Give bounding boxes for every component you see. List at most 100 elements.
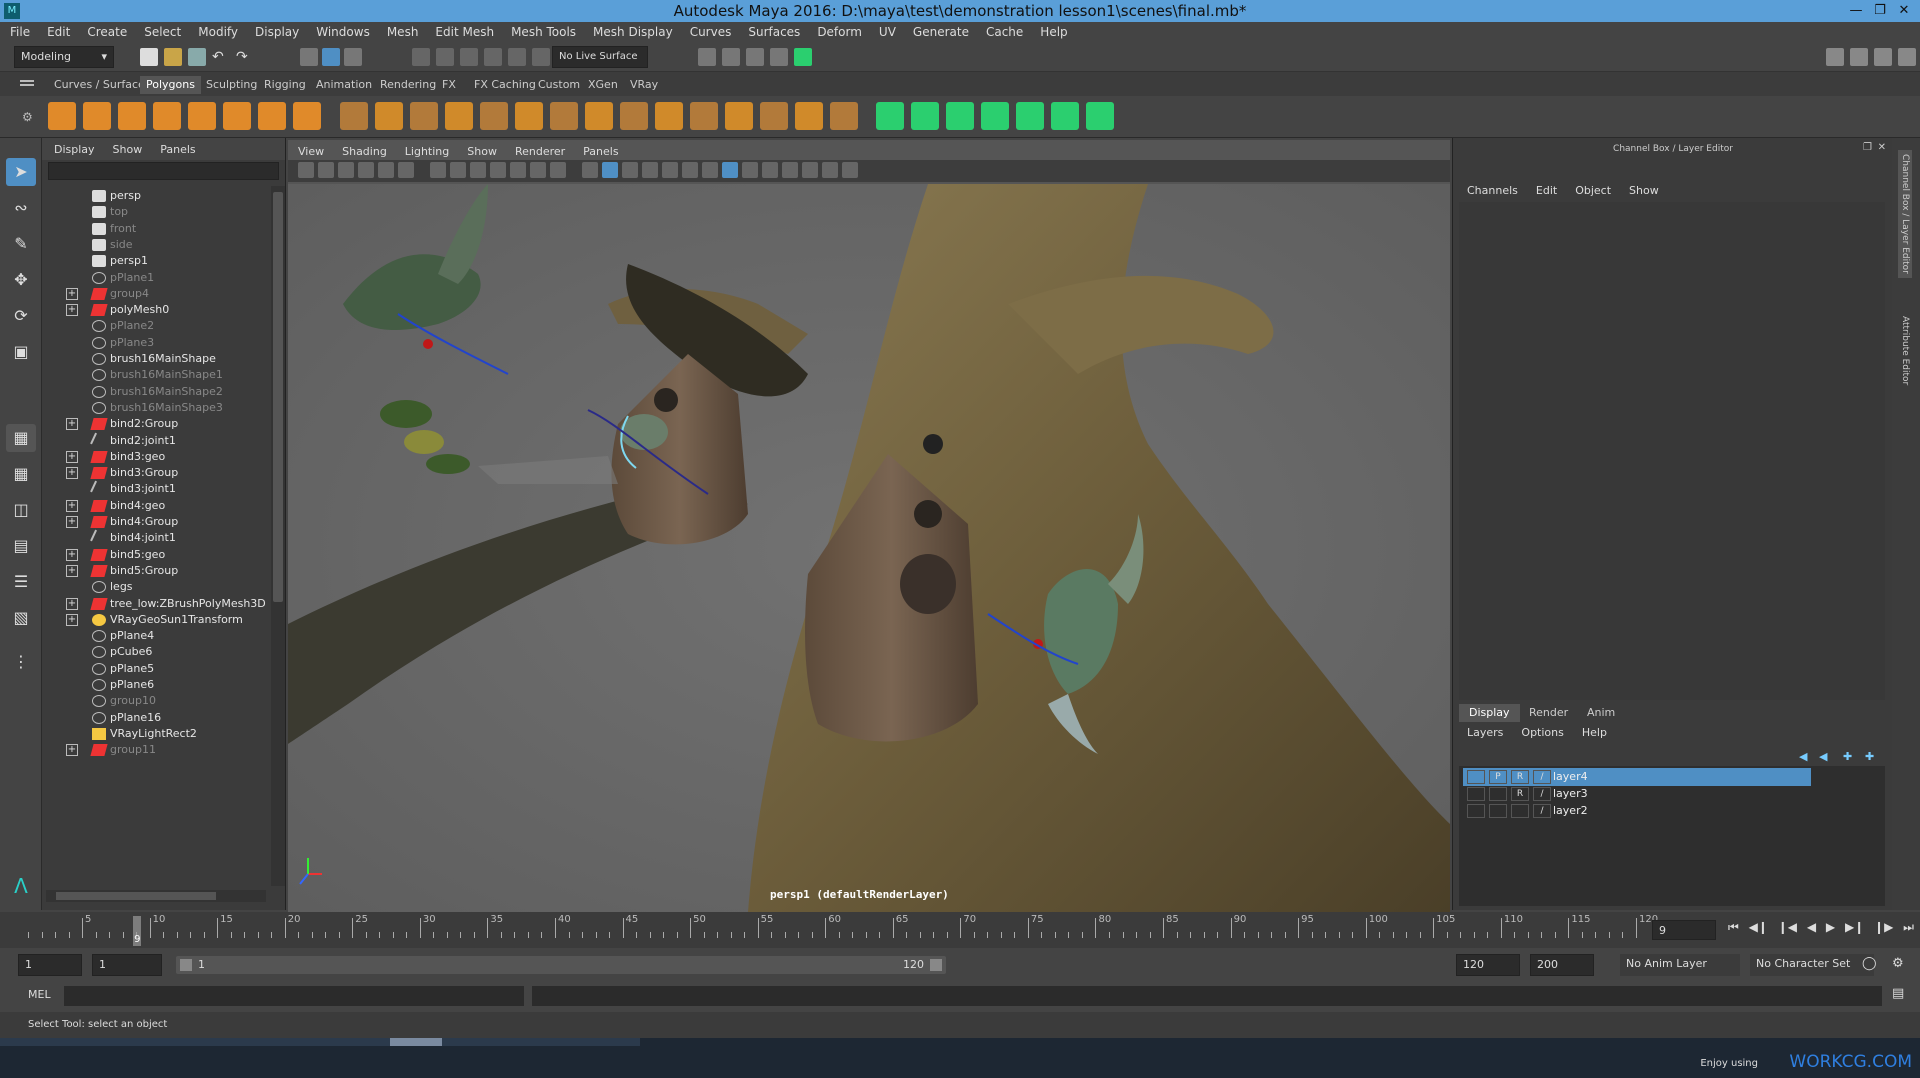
close-icon[interactable]: ✕	[1892, 0, 1916, 22]
taskbar-app-maya[interactable]	[390, 1038, 442, 1046]
expand-icon[interactable]: +	[66, 597, 78, 610]
layer-color-swatch[interactable]: /	[1533, 787, 1551, 801]
append-icon[interactable]	[585, 102, 613, 130]
bridge-icon[interactable]	[550, 102, 578, 130]
menu-cache[interactable]: Cache	[986, 25, 1023, 39]
outliner-scroll-thumb[interactable]	[273, 192, 283, 602]
outliner-menu-panels[interactable]: Panels	[160, 143, 195, 156]
save-scene-icon[interactable]	[188, 48, 206, 66]
bookmark-icon[interactable]	[338, 162, 354, 178]
maya-app-icon[interactable]: M	[4, 3, 20, 19]
expand-icon[interactable]: +	[66, 287, 78, 300]
depth-of-field-icon[interactable]	[762, 162, 778, 178]
poly-sphere-icon[interactable]	[48, 102, 76, 130]
reference-toggle[interactable]	[1511, 804, 1529, 818]
viewport-menu-show[interactable]: Show	[467, 145, 497, 158]
fill-hole-icon[interactable]	[725, 102, 753, 130]
channel-box-menu-object[interactable]: Object	[1575, 184, 1611, 197]
uv-spherical-icon[interactable]	[981, 102, 1009, 130]
expand-icon[interactable]: +	[66, 548, 78, 561]
reference-toggle[interactable]: R	[1511, 770, 1529, 784]
layer-color-swatch[interactable]: /	[1533, 804, 1551, 818]
viewport-menu-renderer[interactable]: Renderer	[515, 145, 565, 158]
uv-editor-icon[interactable]	[1016, 102, 1044, 130]
safe-title-icon[interactable]	[550, 162, 566, 178]
expand-icon[interactable]: +	[66, 499, 78, 512]
shelf-options-icon[interactable]: ⚙	[22, 110, 33, 124]
attribute-editor-toggle-icon[interactable]	[1874, 48, 1892, 66]
render-frame-icon[interactable]	[698, 48, 716, 66]
playback-end-field[interactable]: 120	[1456, 954, 1520, 976]
shelf-tab-polygons[interactable]: Polygons	[140, 76, 201, 94]
ambient-occlusion-icon[interactable]	[702, 162, 718, 178]
scene-view[interactable]: persp1 (defaultRenderLayer)	[288, 184, 1450, 912]
ipr-render-icon[interactable]	[722, 48, 740, 66]
layer-tab-display[interactable]: Display	[1459, 704, 1520, 722]
menu-generate[interactable]: Generate	[913, 25, 969, 39]
viewport-menu-lighting[interactable]: Lighting	[405, 145, 449, 158]
uv-planar-icon[interactable]	[876, 102, 904, 130]
outliner-scrollbar[interactable]	[271, 186, 285, 886]
anti-alias-icon[interactable]	[742, 162, 758, 178]
multicut-icon[interactable]	[795, 102, 823, 130]
expand-icon[interactable]: +	[66, 418, 78, 431]
layer-tab-anim[interactable]: Anim	[1577, 704, 1625, 722]
menu-windows[interactable]: Windows	[316, 25, 370, 39]
workspace-icon[interactable]	[1826, 48, 1844, 66]
anim-layer-dropdown[interactable]: No Anim Layer	[1620, 954, 1740, 976]
menu-file[interactable]: File	[10, 25, 30, 39]
channel-box-menu-show[interactable]: Show	[1629, 184, 1659, 197]
expand-icon[interactable]: +	[66, 450, 78, 463]
reference-toggle[interactable]: R	[1511, 787, 1529, 801]
uv-cylindrical-icon[interactable]	[946, 102, 974, 130]
channel-box-menu-channels[interactable]: Channels	[1467, 184, 1518, 197]
step-back-key-icon[interactable]: ❙◀	[1778, 920, 1797, 940]
expand-icon[interactable]: +	[66, 744, 78, 757]
outliner-hscroll-thumb[interactable]	[56, 892, 216, 900]
field-chart-icon[interactable]	[510, 162, 526, 178]
poly-cube-icon[interactable]	[83, 102, 111, 130]
go-to-end-icon[interactable]: ⏭	[1903, 920, 1914, 940]
visibility-toggle[interactable]	[1467, 804, 1485, 818]
outliner-menu-display[interactable]: Display	[54, 143, 95, 156]
menu-display[interactable]: Display	[255, 25, 299, 39]
channel-box-area[interactable]	[1459, 202, 1885, 700]
range-slider[interactable]: 1 120	[176, 956, 946, 974]
menu-create[interactable]: Create	[87, 25, 127, 39]
layout-icon[interactable]	[1850, 48, 1868, 66]
boolean-icon[interactable]	[480, 102, 508, 130]
current-frame-field[interactable]: 9	[1652, 920, 1716, 940]
layer-menu-layers[interactable]: Layers	[1467, 726, 1503, 739]
visibility-toggle[interactable]	[1467, 770, 1485, 784]
playback-start-field[interactable]: 1	[92, 954, 162, 976]
layer-row-layer3[interactable]: R / layer3	[1463, 785, 1811, 803]
minimize-icon[interactable]: —	[1844, 0, 1868, 22]
camera-select-icon[interactable]	[298, 162, 314, 178]
select-component-icon[interactable]	[344, 48, 362, 66]
uv-layout-icon[interactable]	[1051, 102, 1079, 130]
animation-preferences-icon[interactable]: ⚙	[1892, 956, 1904, 971]
film-gate-icon[interactable]	[450, 162, 466, 178]
xray-icon[interactable]	[802, 162, 818, 178]
menu-set-dropdown[interactable]: Modeling ▾	[14, 46, 114, 68]
2d-pan-zoom-icon[interactable]	[378, 162, 394, 178]
extract-icon[interactable]	[410, 102, 438, 130]
smooth-shade-icon[interactable]	[602, 162, 618, 178]
open-scene-icon[interactable]	[164, 48, 182, 66]
extrude-icon[interactable]	[620, 102, 648, 130]
layer-menu-options[interactable]: Options	[1521, 726, 1563, 739]
layer-row-layer2[interactable]: / layer2	[1463, 802, 1811, 820]
step-forward-frame-icon[interactable]: ❙▶	[1874, 920, 1893, 940]
channel-box-toggle-icon[interactable]	[1898, 48, 1916, 66]
uv-automatic-icon[interactable]	[911, 102, 939, 130]
close-panel-icon[interactable]: ✕	[1878, 142, 1886, 153]
shelf-tab-sculpting[interactable]: Sculpting	[200, 76, 263, 94]
shelf-tab-fx[interactable]: FX	[436, 76, 462, 94]
select-tool-icon[interactable]: ➤	[6, 158, 36, 186]
menu-surfaces[interactable]: Surfaces	[748, 25, 800, 39]
image-plane-icon[interactable]	[358, 162, 374, 178]
go-to-start-icon[interactable]: ⏮	[1728, 920, 1739, 940]
xray-joints-icon[interactable]	[822, 162, 838, 178]
magnet-icon[interactable]	[532, 48, 550, 66]
outliner-item-group11[interactable]: + group11	[42, 740, 270, 760]
